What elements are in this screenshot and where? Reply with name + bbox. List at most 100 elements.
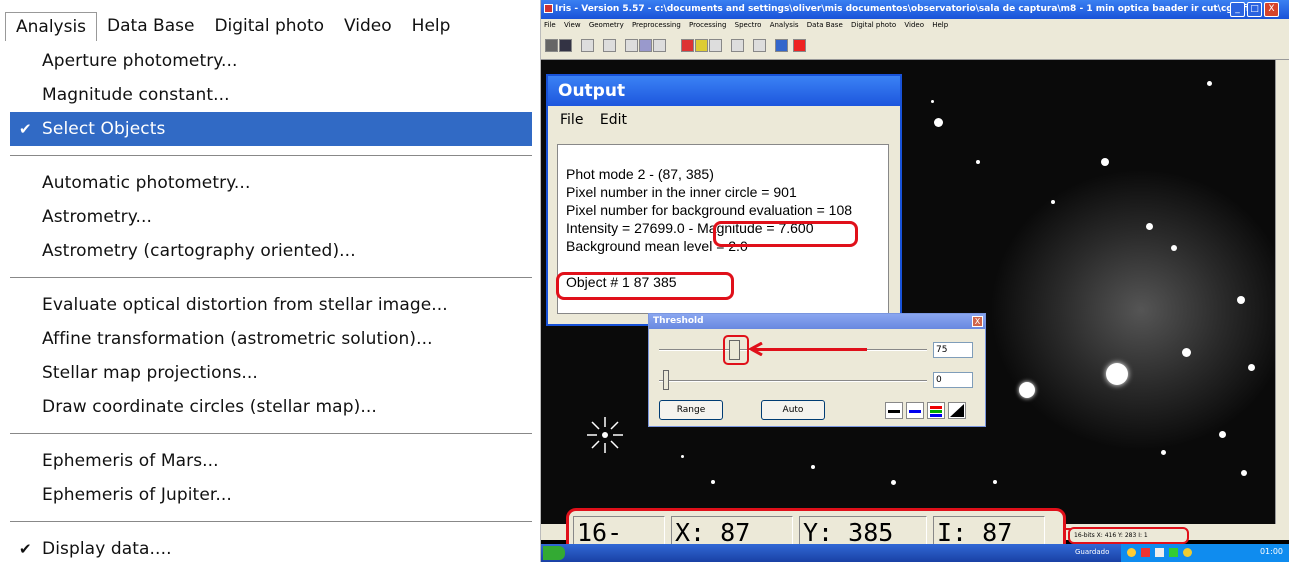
palette-black-icon[interactable] bbox=[885, 402, 903, 419]
window-title-bar[interactable]: Iris - Version 5.57 - c:\documents and s… bbox=[541, 0, 1289, 19]
tool-icon[interactable] bbox=[793, 39, 806, 52]
menu-help[interactable]: Help bbox=[402, 12, 461, 40]
threshold-close-button[interactable]: X bbox=[972, 316, 983, 327]
menu-separator bbox=[10, 521, 532, 522]
iris-window: Iris - Version 5.57 - c:\documents and s… bbox=[541, 0, 1289, 562]
output-line: Pixel number in the inner circle = 901 bbox=[566, 184, 797, 200]
star bbox=[681, 455, 684, 458]
menu-item-astrometry[interactable]: Astrometry... bbox=[10, 200, 532, 234]
selected-star-marker bbox=[587, 417, 623, 453]
output-menu-edit[interactable]: Edit bbox=[600, 112, 627, 128]
close-button[interactable]: X bbox=[1264, 2, 1279, 17]
tool-icon[interactable] bbox=[639, 39, 652, 52]
tool-icon[interactable] bbox=[753, 39, 766, 52]
tool-icon[interactable] bbox=[681, 39, 694, 52]
tool-icon[interactable] bbox=[775, 39, 788, 52]
arrow-head-icon bbox=[749, 342, 763, 356]
star bbox=[1207, 81, 1212, 86]
palette-rgb-icon[interactable] bbox=[927, 402, 945, 419]
menu-processing[interactable]: Processing bbox=[689, 21, 726, 29]
maximize-button[interactable]: □ bbox=[1247, 2, 1262, 17]
menu-item-label: Affine transformation (astrometric solut… bbox=[42, 329, 433, 349]
menu-file[interactable]: File bbox=[544, 21, 556, 29]
star bbox=[993, 480, 997, 484]
menu-separator bbox=[10, 433, 532, 434]
menu-item-label: Display data.... bbox=[42, 539, 172, 559]
menu-separator bbox=[10, 155, 532, 156]
slider-highlight bbox=[723, 335, 749, 365]
palette-blue-icon[interactable] bbox=[906, 402, 924, 419]
palette-gradient-icon[interactable] bbox=[948, 402, 966, 419]
menu-item-astrometry-cartography[interactable]: Astrometry (cartography oriented)... bbox=[10, 234, 532, 268]
tray-icon[interactable] bbox=[1155, 548, 1164, 557]
menu-view[interactable]: View bbox=[564, 21, 581, 29]
menu-item-ephemeris-jupiter[interactable]: Ephemeris of Jupiter... bbox=[10, 478, 532, 512]
menu-preprocessing[interactable]: Preprocessing bbox=[632, 21, 681, 29]
menu-item-coordinate-circles[interactable]: Draw coordinate circles (stellar map)... bbox=[10, 390, 532, 424]
tray-icon[interactable] bbox=[1169, 548, 1178, 557]
output-menu-file[interactable]: File bbox=[560, 112, 583, 128]
save-icon[interactable] bbox=[559, 39, 572, 52]
menu-item-stellar-map-projections[interactable]: Stellar map projections... bbox=[10, 356, 532, 390]
output-line: Phot mode 2 - (87, 385) bbox=[566, 166, 714, 182]
star bbox=[891, 480, 896, 485]
output-dialog: Output File Edit Phot mode 2 - (87, 385)… bbox=[546, 74, 902, 326]
taskbar-item[interactable]: Guardado bbox=[1075, 548, 1109, 556]
menu-help[interactable]: Help bbox=[932, 21, 948, 29]
menu-analysis[interactable]: Analysis bbox=[5, 11, 98, 41]
tool-icon[interactable] bbox=[709, 39, 722, 52]
menu-item-optical-distortion[interactable]: Evaluate optical distortion from stellar… bbox=[10, 288, 532, 322]
tray-icon[interactable] bbox=[1141, 548, 1150, 557]
menu-item-select-objects[interactable]: ✔ Select Objects bbox=[10, 112, 532, 146]
analysis-dropdown: Aperture photometry... Magnitude constan… bbox=[10, 44, 532, 566]
star bbox=[1161, 450, 1166, 455]
menu-spectro[interactable]: Spectro bbox=[735, 21, 762, 29]
menu-data-base[interactable]: Data Base bbox=[97, 12, 204, 40]
menu-digital-photo[interactable]: Digital photo bbox=[851, 21, 896, 29]
star bbox=[931, 100, 934, 103]
tool-icon[interactable] bbox=[731, 39, 744, 52]
minimize-button[interactable]: _ bbox=[1230, 2, 1245, 17]
menu-data-base[interactable]: Data Base bbox=[807, 21, 843, 29]
tray-icon[interactable] bbox=[1127, 548, 1136, 557]
output-title[interactable]: Output bbox=[548, 76, 900, 106]
menu-item-affine-transformation[interactable]: Affine transformation (astrometric solut… bbox=[10, 322, 532, 356]
tool-icon[interactable] bbox=[581, 39, 594, 52]
menu-item-label: Magnitude constant... bbox=[42, 85, 230, 105]
menu-item-automatic-photometry[interactable]: Automatic photometry... bbox=[10, 166, 532, 200]
threshold-title[interactable]: Threshold bbox=[649, 314, 985, 329]
tool-icon[interactable] bbox=[603, 39, 616, 52]
threshold-dialog: Threshold X 75 0 Range Auto bbox=[648, 313, 986, 427]
star bbox=[1241, 470, 1247, 476]
menu-geometry[interactable]: Geometry bbox=[589, 21, 624, 29]
menu-item-aperture-photometry[interactable]: Aperture photometry... bbox=[10, 44, 532, 78]
menu-item-display-data[interactable]: ✔ Display data.... bbox=[10, 532, 532, 566]
tray-icon[interactable] bbox=[1183, 548, 1192, 557]
star bbox=[1101, 158, 1109, 166]
tool-icon[interactable] bbox=[695, 39, 708, 52]
tool-icon[interactable] bbox=[653, 39, 666, 52]
open-icon[interactable] bbox=[545, 39, 558, 52]
menu-video[interactable]: Video bbox=[334, 12, 402, 40]
output-line: Pixel number for background evaluation =… bbox=[566, 202, 853, 218]
analysis-menu-panel: Analysis Data Base Digital photo Video H… bbox=[0, 0, 541, 562]
menu-item-ephemeris-mars[interactable]: Ephemeris of Mars... bbox=[10, 444, 532, 478]
star bbox=[934, 118, 943, 127]
star bbox=[1237, 296, 1245, 304]
auto-button[interactable]: Auto bbox=[761, 400, 825, 420]
range-button[interactable]: Range bbox=[659, 400, 723, 420]
menu-separator bbox=[10, 277, 532, 278]
menu-item-magnitude-constant[interactable]: Magnitude constant... bbox=[10, 78, 532, 112]
star bbox=[976, 160, 980, 164]
menu-digital-photo[interactable]: Digital photo bbox=[204, 12, 334, 40]
high-threshold-input[interactable]: 75 bbox=[933, 342, 973, 358]
low-threshold-track[interactable] bbox=[659, 380, 927, 382]
low-threshold-slider[interactable] bbox=[663, 370, 669, 390]
vertical-scrollbar[interactable] bbox=[1275, 60, 1289, 524]
menu-analysis[interactable]: Analysis bbox=[770, 21, 799, 29]
menu-video[interactable]: Video bbox=[904, 21, 924, 29]
tool-icon[interactable] bbox=[625, 39, 638, 52]
low-threshold-input[interactable]: 0 bbox=[933, 372, 973, 388]
start-button[interactable] bbox=[543, 546, 565, 560]
